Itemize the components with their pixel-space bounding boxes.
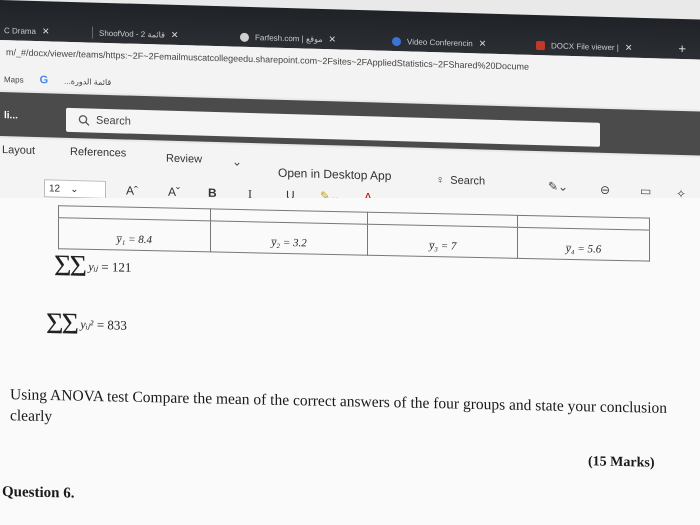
search-icon: [78, 115, 90, 126]
tab-1-label: C Drama: [4, 25, 37, 36]
close-icon[interactable]: ✕: [328, 34, 336, 45]
tab-4-label: Video Conferencin: [407, 36, 473, 48]
sum-value: = 121: [101, 259, 132, 275]
ribbon-search-label: Search: [450, 174, 486, 188]
double-sigma-icon: ΣΣ: [54, 249, 85, 283]
mean-group-4: y̅₄ = 5.6: [517, 227, 650, 262]
font-size-select[interactable]: 12 ⌄: [44, 179, 106, 199]
search-input[interactable]: Search: [66, 107, 600, 147]
mean-group-1: y̅₁ = 8.4: [58, 217, 211, 252]
shrink-font-button[interactable]: Aˇ: [168, 185, 180, 199]
search-placeholder: Search: [96, 114, 131, 128]
tab-3-label: Farfesh.com | موقع: [255, 32, 323, 44]
close-icon[interactable]: ✕: [42, 26, 50, 37]
means-table: y̅₁ = 8.4 y̅₂ = 3.2 y̅₃ = 7 y̅₄ = 5.6: [58, 205, 650, 262]
bookmark-course[interactable]: ...قائمة الدورة: [64, 76, 111, 86]
tab-review[interactable]: Review: [166, 153, 202, 166]
sum-of-squares-variable: yᵢⱼ²: [80, 317, 94, 332]
lightbulb-icon: ♀: [436, 174, 445, 187]
tab-5[interactable]: DOCX File viewer | ✕: [536, 35, 632, 58]
grow-font-button[interactable]: Aˆ: [126, 184, 138, 198]
close-icon[interactable]: ✕: [479, 38, 487, 49]
font-size-value: 12: [49, 182, 61, 195]
globe-icon: [240, 32, 249, 42]
marks-label: (15 Marks): [588, 454, 655, 471]
sum-of-squares-formula: ΣΣ yᵢⱼ² = 833: [46, 307, 127, 343]
grid-icon: [392, 36, 401, 46]
tab-5-label: DOCX File viewer |: [551, 40, 619, 52]
mean-group-2: y̅₂ = 3.2: [210, 220, 368, 256]
bookmark-maps[interactable]: Maps: [4, 75, 24, 85]
question-text: Using ANOVA test Compare the mean of the…: [10, 386, 668, 426]
sum-variable: yᵢⱼ: [88, 259, 98, 274]
tab-2-label: ShoofVod - 2 قائمة: [99, 28, 165, 40]
tab-layout[interactable]: Layout: [2, 144, 35, 157]
sum-formula: ΣΣ yᵢⱼ = 121: [54, 249, 131, 285]
new-tab-icon[interactable]: +: [678, 41, 686, 56]
app-name[interactable]: li...: [4, 110, 18, 121]
bookmark-google[interactable]: G: [40, 74, 49, 86]
mean-group-3: y̅₃ = 7: [367, 224, 518, 259]
tab-1[interactable]: C Drama ✕: [4, 20, 50, 41]
tab-references[interactable]: References: [70, 146, 126, 160]
close-icon[interactable]: ✕: [171, 29, 179, 40]
next-question-heading: Question 6.: [2, 484, 75, 502]
tab-divider: [92, 26, 93, 39]
chevron-down-icon[interactable]: ⌄: [232, 154, 242, 168]
document-page: y̅₁ = 8.4 y̅₂ = 3.2 y̅₃ = 7 y̅₄ = 5.6 ΣΣ…: [0, 198, 700, 525]
tab-4[interactable]: Video Conferencin ✕: [392, 31, 486, 54]
sum-of-squares-value: = 833: [96, 317, 127, 333]
tab-2[interactable]: ShoofVod - 2 قائمة ✕: [92, 23, 178, 45]
close-icon[interactable]: ✕: [625, 42, 633, 53]
document-content: y̅₁ = 8.4 y̅₂ = 3.2 y̅₃ = 7 y̅₄ = 5.6 ΣΣ…: [0, 198, 700, 525]
tab-3[interactable]: Farfesh.com | موقع ✕: [240, 27, 336, 50]
word-icon: [536, 40, 545, 50]
double-sigma-icon: ΣΣ: [46, 306, 77, 341]
open-in-desktop-button[interactable]: Open in Desktop App: [278, 166, 391, 183]
chevron-down-icon: ⌄: [70, 183, 79, 195]
